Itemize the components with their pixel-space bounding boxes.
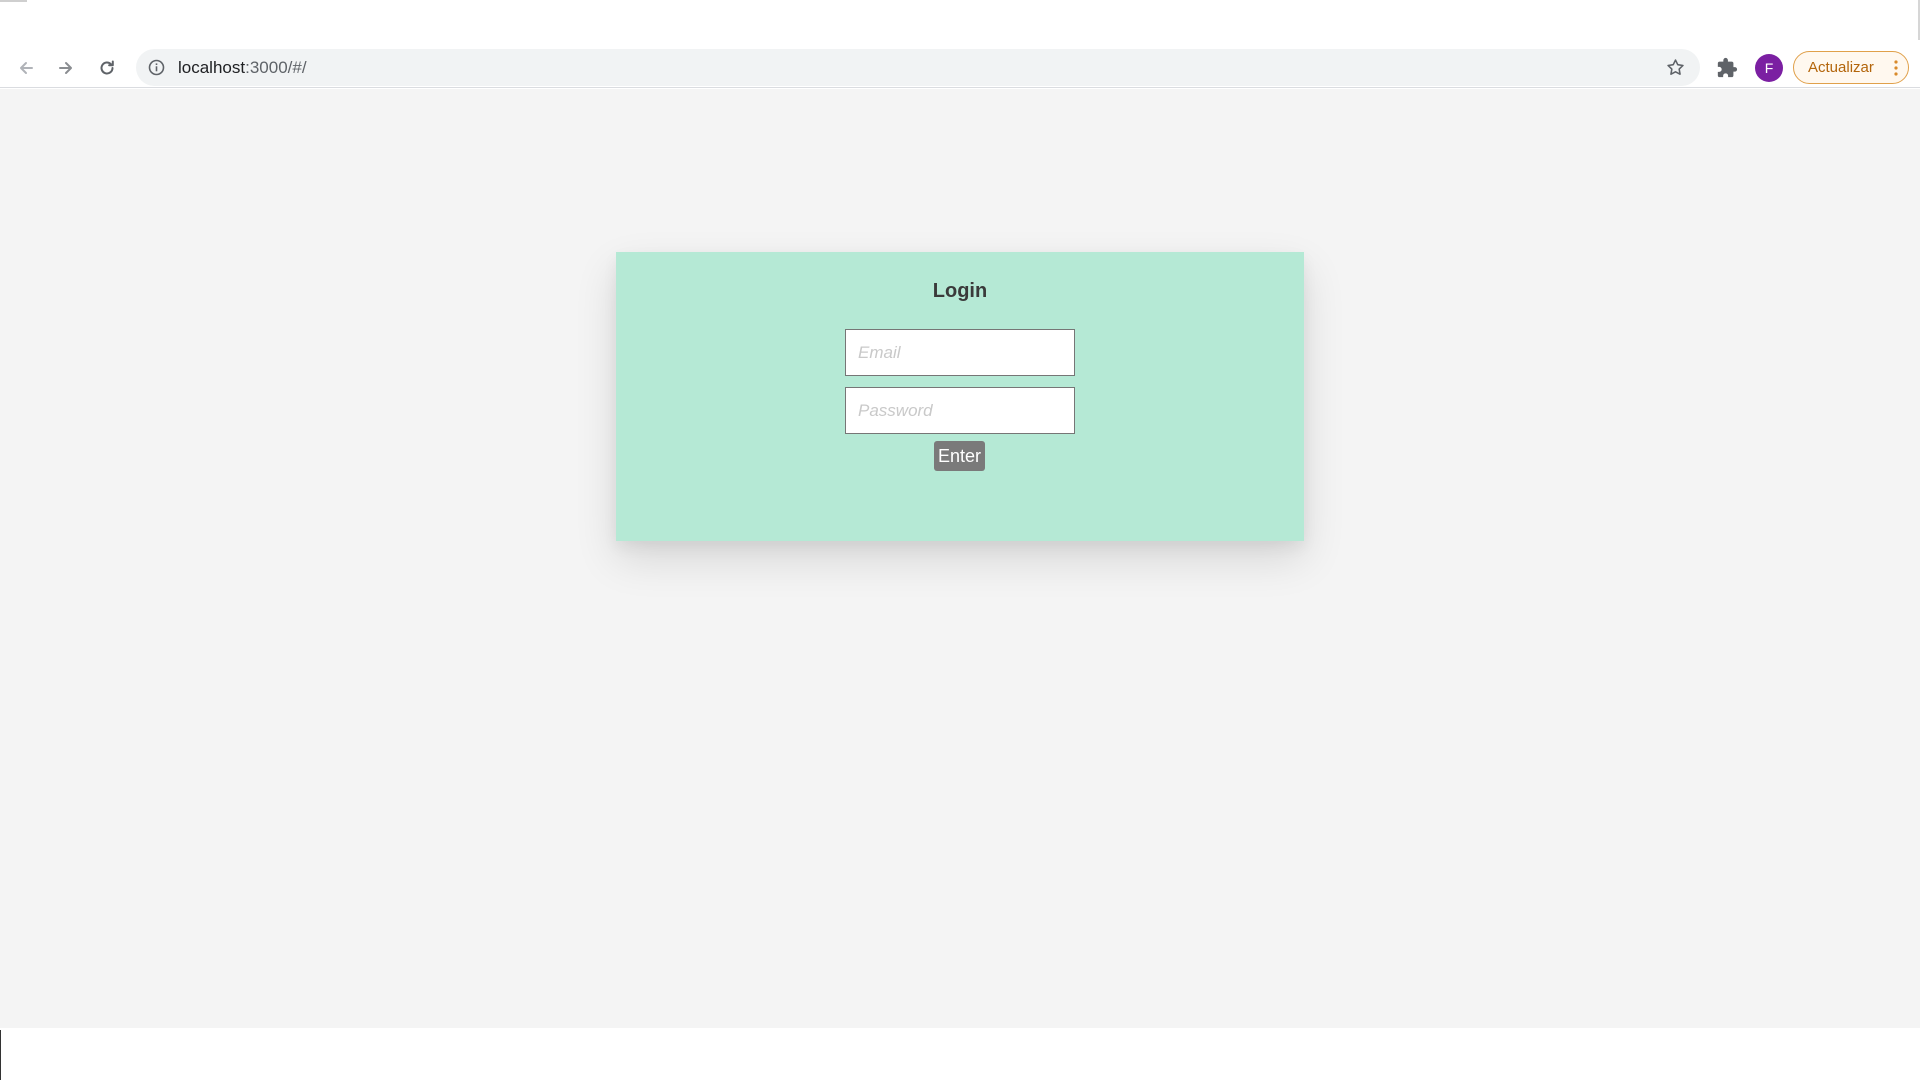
password-field[interactable] [845, 387, 1075, 434]
text-cursor [0, 1030, 1, 1080]
back-arrow-icon [20, 62, 33, 74]
reload-icon [100, 60, 114, 75]
login-card: Login Enter [616, 252, 1304, 541]
enter-button[interactable]: Enter [934, 441, 985, 471]
bottom-blank-area [0, 1028, 1920, 1080]
login-title: Login [932, 280, 988, 302]
page-content [0, 89, 1920, 1028]
browser-toolbar: localhost:3000/#/ F Actualizar [0, 48, 1920, 88]
tab-indicator [0, 0, 27, 2]
browser-tab-strip [0, 0, 1920, 48]
back-button[interactable] [14, 56, 38, 80]
more-vert-icon[interactable] [1894, 60, 1898, 76]
url-path: :3000/#/ [245, 58, 307, 77]
address-bar[interactable]: localhost:3000/#/ [136, 49, 1700, 86]
update-label: Actualizar [1808, 59, 1874, 76]
reload-button[interactable] [95, 56, 119, 80]
forward-button[interactable] [54, 56, 78, 80]
url-text[interactable]: localhost:3000/#/ [178, 58, 307, 78]
extensions-puzzle-icon[interactable] [1716, 57, 1738, 79]
profile-avatar[interactable]: F [1755, 54, 1783, 82]
site-info-icon[interactable] [148, 59, 165, 76]
email-field[interactable] [845, 329, 1075, 376]
url-host: localhost [178, 58, 246, 77]
update-button[interactable]: Actualizar [1793, 51, 1909, 84]
forward-arrow-icon [59, 62, 72, 74]
bookmark-star-icon[interactable] [1665, 57, 1686, 78]
